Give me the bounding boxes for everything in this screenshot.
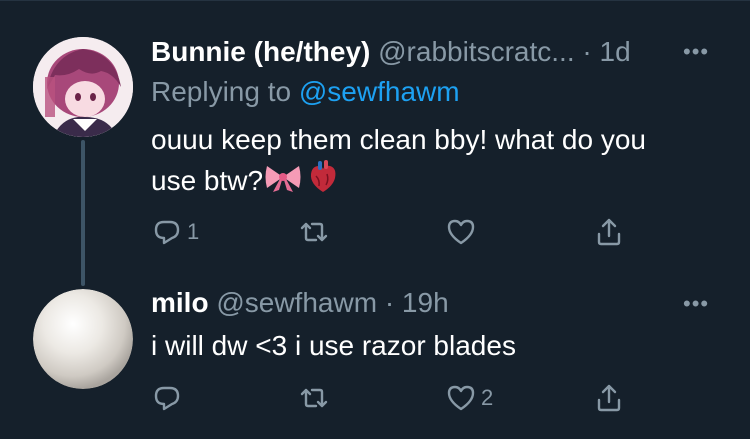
heart-icon	[447, 219, 475, 245]
handle[interactable]: @rabbitscratc...	[378, 36, 574, 67]
share-button[interactable]	[593, 212, 625, 252]
replying-prefix: Replying to	[151, 76, 299, 107]
tweet-text: i will dw <3 i use razor blades	[151, 326, 731, 366]
tweet-1[interactable]: Bunnie (he/they) @rabbitscratc... · 1d •…	[0, 0, 750, 286]
retweet-icon	[300, 388, 328, 408]
timestamp[interactable]: 19h	[402, 287, 449, 318]
pearl-image	[33, 289, 133, 389]
display-name[interactable]: Bunnie (he/they)	[151, 36, 370, 67]
heart-icon	[447, 385, 475, 411]
anatomical-heart-icon	[307, 160, 339, 205]
tweet-text-line: ouuu keep them clean bby! what do you	[151, 124, 647, 155]
reply-button[interactable]: 1	[151, 212, 199, 252]
retweet-icon	[300, 222, 328, 242]
more-options-icon[interactable]: •••	[683, 293, 709, 315]
avatar-illustration	[33, 37, 133, 137]
tweet-actions: 2	[151, 378, 651, 418]
reply-icon	[154, 386, 180, 411]
avatar[interactable]	[33, 37, 133, 137]
tweet-header: milo @sewfhawm · 19h	[151, 286, 449, 320]
share-button[interactable]	[593, 378, 625, 418]
tweet-2[interactable]: milo @sewfhawm · 19h ••• i will dw <3 i …	[0, 286, 750, 439]
avatar[interactable]	[33, 289, 133, 389]
tweet-header: Bunnie (he/they) @rabbitscratc... · 1d	[151, 35, 631, 69]
reply-icon	[154, 220, 180, 245]
ribbon-icon	[263, 162, 303, 203]
reply-count: 1	[187, 219, 200, 244]
like-count: 2	[481, 385, 494, 410]
reply-button[interactable]	[151, 378, 183, 418]
tweet-text: ouuu keep them clean bby! what do you us…	[151, 120, 731, 205]
handle[interactable]: @sewfhawm	[216, 287, 377, 318]
display-name[interactable]: milo	[151, 287, 209, 318]
separator: ·	[384, 287, 395, 318]
like-button[interactable]	[445, 212, 477, 252]
tweet-actions: 1	[151, 212, 651, 252]
more-options-icon[interactable]: •••	[683, 41, 709, 63]
share-icon	[597, 218, 621, 246]
separator: ·	[582, 36, 592, 67]
timestamp[interactable]: 1d	[600, 36, 631, 67]
retweet-button[interactable]	[298, 212, 330, 252]
tweet-text-line-2: use btw?	[151, 160, 731, 205]
reply-mention-link[interactable]: @sewfhawm	[299, 76, 460, 107]
tweet-text-line: use btw?	[151, 164, 264, 196]
tweet-text-line: i will dw <3 i use razor blades	[151, 330, 516, 361]
like-button[interactable]: 2	[445, 378, 493, 418]
retweet-button[interactable]	[298, 378, 330, 418]
thread-line	[81, 140, 85, 286]
replying-to: Replying to @sewfhawm	[151, 75, 460, 109]
share-icon	[597, 384, 621, 412]
